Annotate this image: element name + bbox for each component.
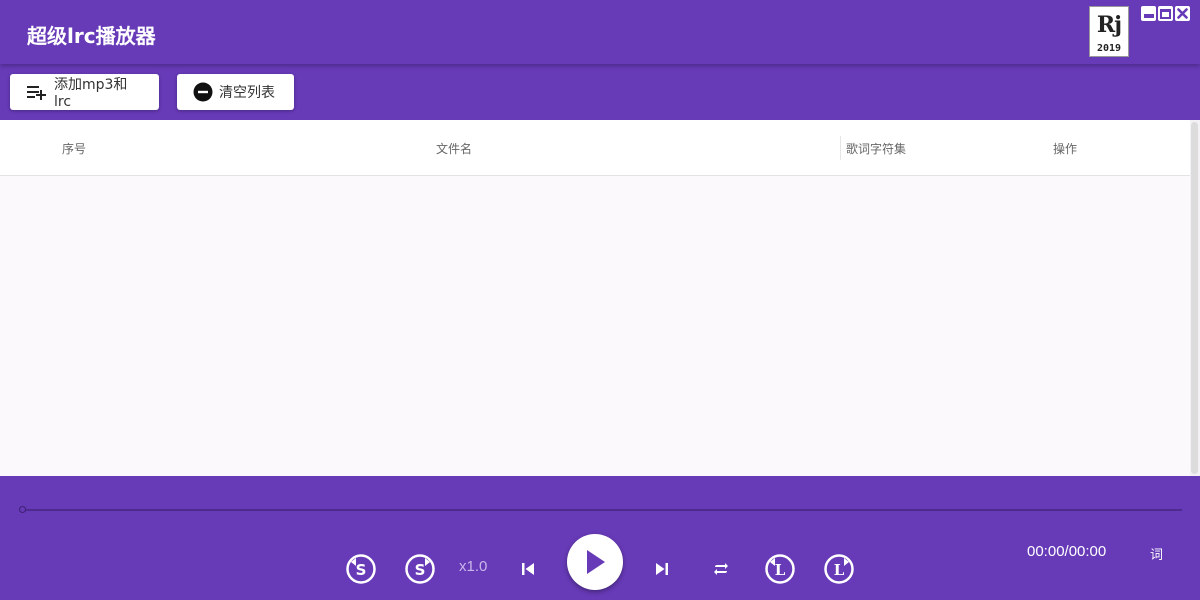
lyric-back-icon: L <box>765 554 795 584</box>
clear-list-button[interactable]: 清空列表 <box>177 74 294 110</box>
column-header-charset[interactable]: 歌词字符集 <box>846 140 906 157</box>
logo-year: 2019 <box>1096 43 1122 54</box>
forward-s-button[interactable]: S <box>404 553 436 585</box>
rewind-s-icon: S <box>346 554 376 584</box>
maximize-button[interactable] <box>1158 6 1173 21</box>
lyric-back-button[interactable]: L <box>764 553 796 585</box>
svg-text:L: L <box>834 561 845 579</box>
previous-icon <box>522 563 534 575</box>
playback-speed[interactable]: x1.0 <box>459 558 487 575</box>
scrollbar-thumb[interactable] <box>1191 122 1198 474</box>
lyric-forward-icon: L <box>824 554 854 584</box>
column-header-index[interactable]: 序号 <box>62 140 86 157</box>
player-bar: S S x1.0 L L 00:00/00:00 词 <box>0 476 1200 600</box>
app-title: 超级lrc播放器 <box>27 24 156 48</box>
repeat-button[interactable] <box>711 559 731 579</box>
svg-text:L: L <box>775 561 786 579</box>
rewind-s-button[interactable]: S <box>345 553 377 585</box>
progress-slider-thumb[interactable] <box>19 506 26 513</box>
play-button[interactable] <box>567 534 623 590</box>
app-logo: Rj 2019 <box>1089 6 1129 57</box>
column-header-filename[interactable]: 文件名 <box>436 140 472 157</box>
column-divider[interactable] <box>840 136 841 160</box>
minimize-button[interactable] <box>1141 6 1156 21</box>
add-files-button[interactable]: 添加mp3和lrc <box>10 74 159 110</box>
next-button[interactable] <box>652 559 672 579</box>
forward-s-icon: S <box>405 554 435 584</box>
title-bar: 超级lrc播放器 Rj 2019 <box>0 0 1200 64</box>
lyric-forward-button[interactable]: L <box>823 553 855 585</box>
progress-slider[interactable] <box>22 509 1182 511</box>
time-display: 00:00/00:00 <box>1027 543 1107 560</box>
lyric-toggle-button[interactable]: 词 <box>1150 544 1163 563</box>
minimize-icon <box>1143 14 1154 18</box>
toolbar: 添加mp3和lrc 清空列表 <box>0 64 1200 120</box>
svg-text:S: S <box>356 561 367 579</box>
clear-list-label: 清空列表 <box>219 85 275 101</box>
add-files-label: 添加mp3和lrc <box>54 77 128 110</box>
table-scrollbar[interactable] <box>1190 120 1200 476</box>
close-button[interactable] <box>1175 6 1190 21</box>
close-icon <box>1177 8 1188 19</box>
column-header-actions[interactable]: 操作 <box>1053 140 1077 157</box>
logo-mark: Rj <box>1096 12 1122 38</box>
remove-circle-icon <box>193 82 213 102</box>
previous-button[interactable] <box>518 559 538 579</box>
playlist-add-icon <box>26 84 48 100</box>
table-header: 序号 文件名 歌词字符集 操作 <box>0 120 1190 176</box>
file-table: 序号 文件名 歌词字符集 操作 <box>0 120 1200 476</box>
maximize-icon <box>1160 8 1171 19</box>
next-icon <box>656 563 668 575</box>
svg-text:S: S <box>415 561 426 579</box>
play-icon <box>587 550 605 574</box>
repeat-icon <box>714 563 728 575</box>
window-controls <box>1141 6 1190 21</box>
